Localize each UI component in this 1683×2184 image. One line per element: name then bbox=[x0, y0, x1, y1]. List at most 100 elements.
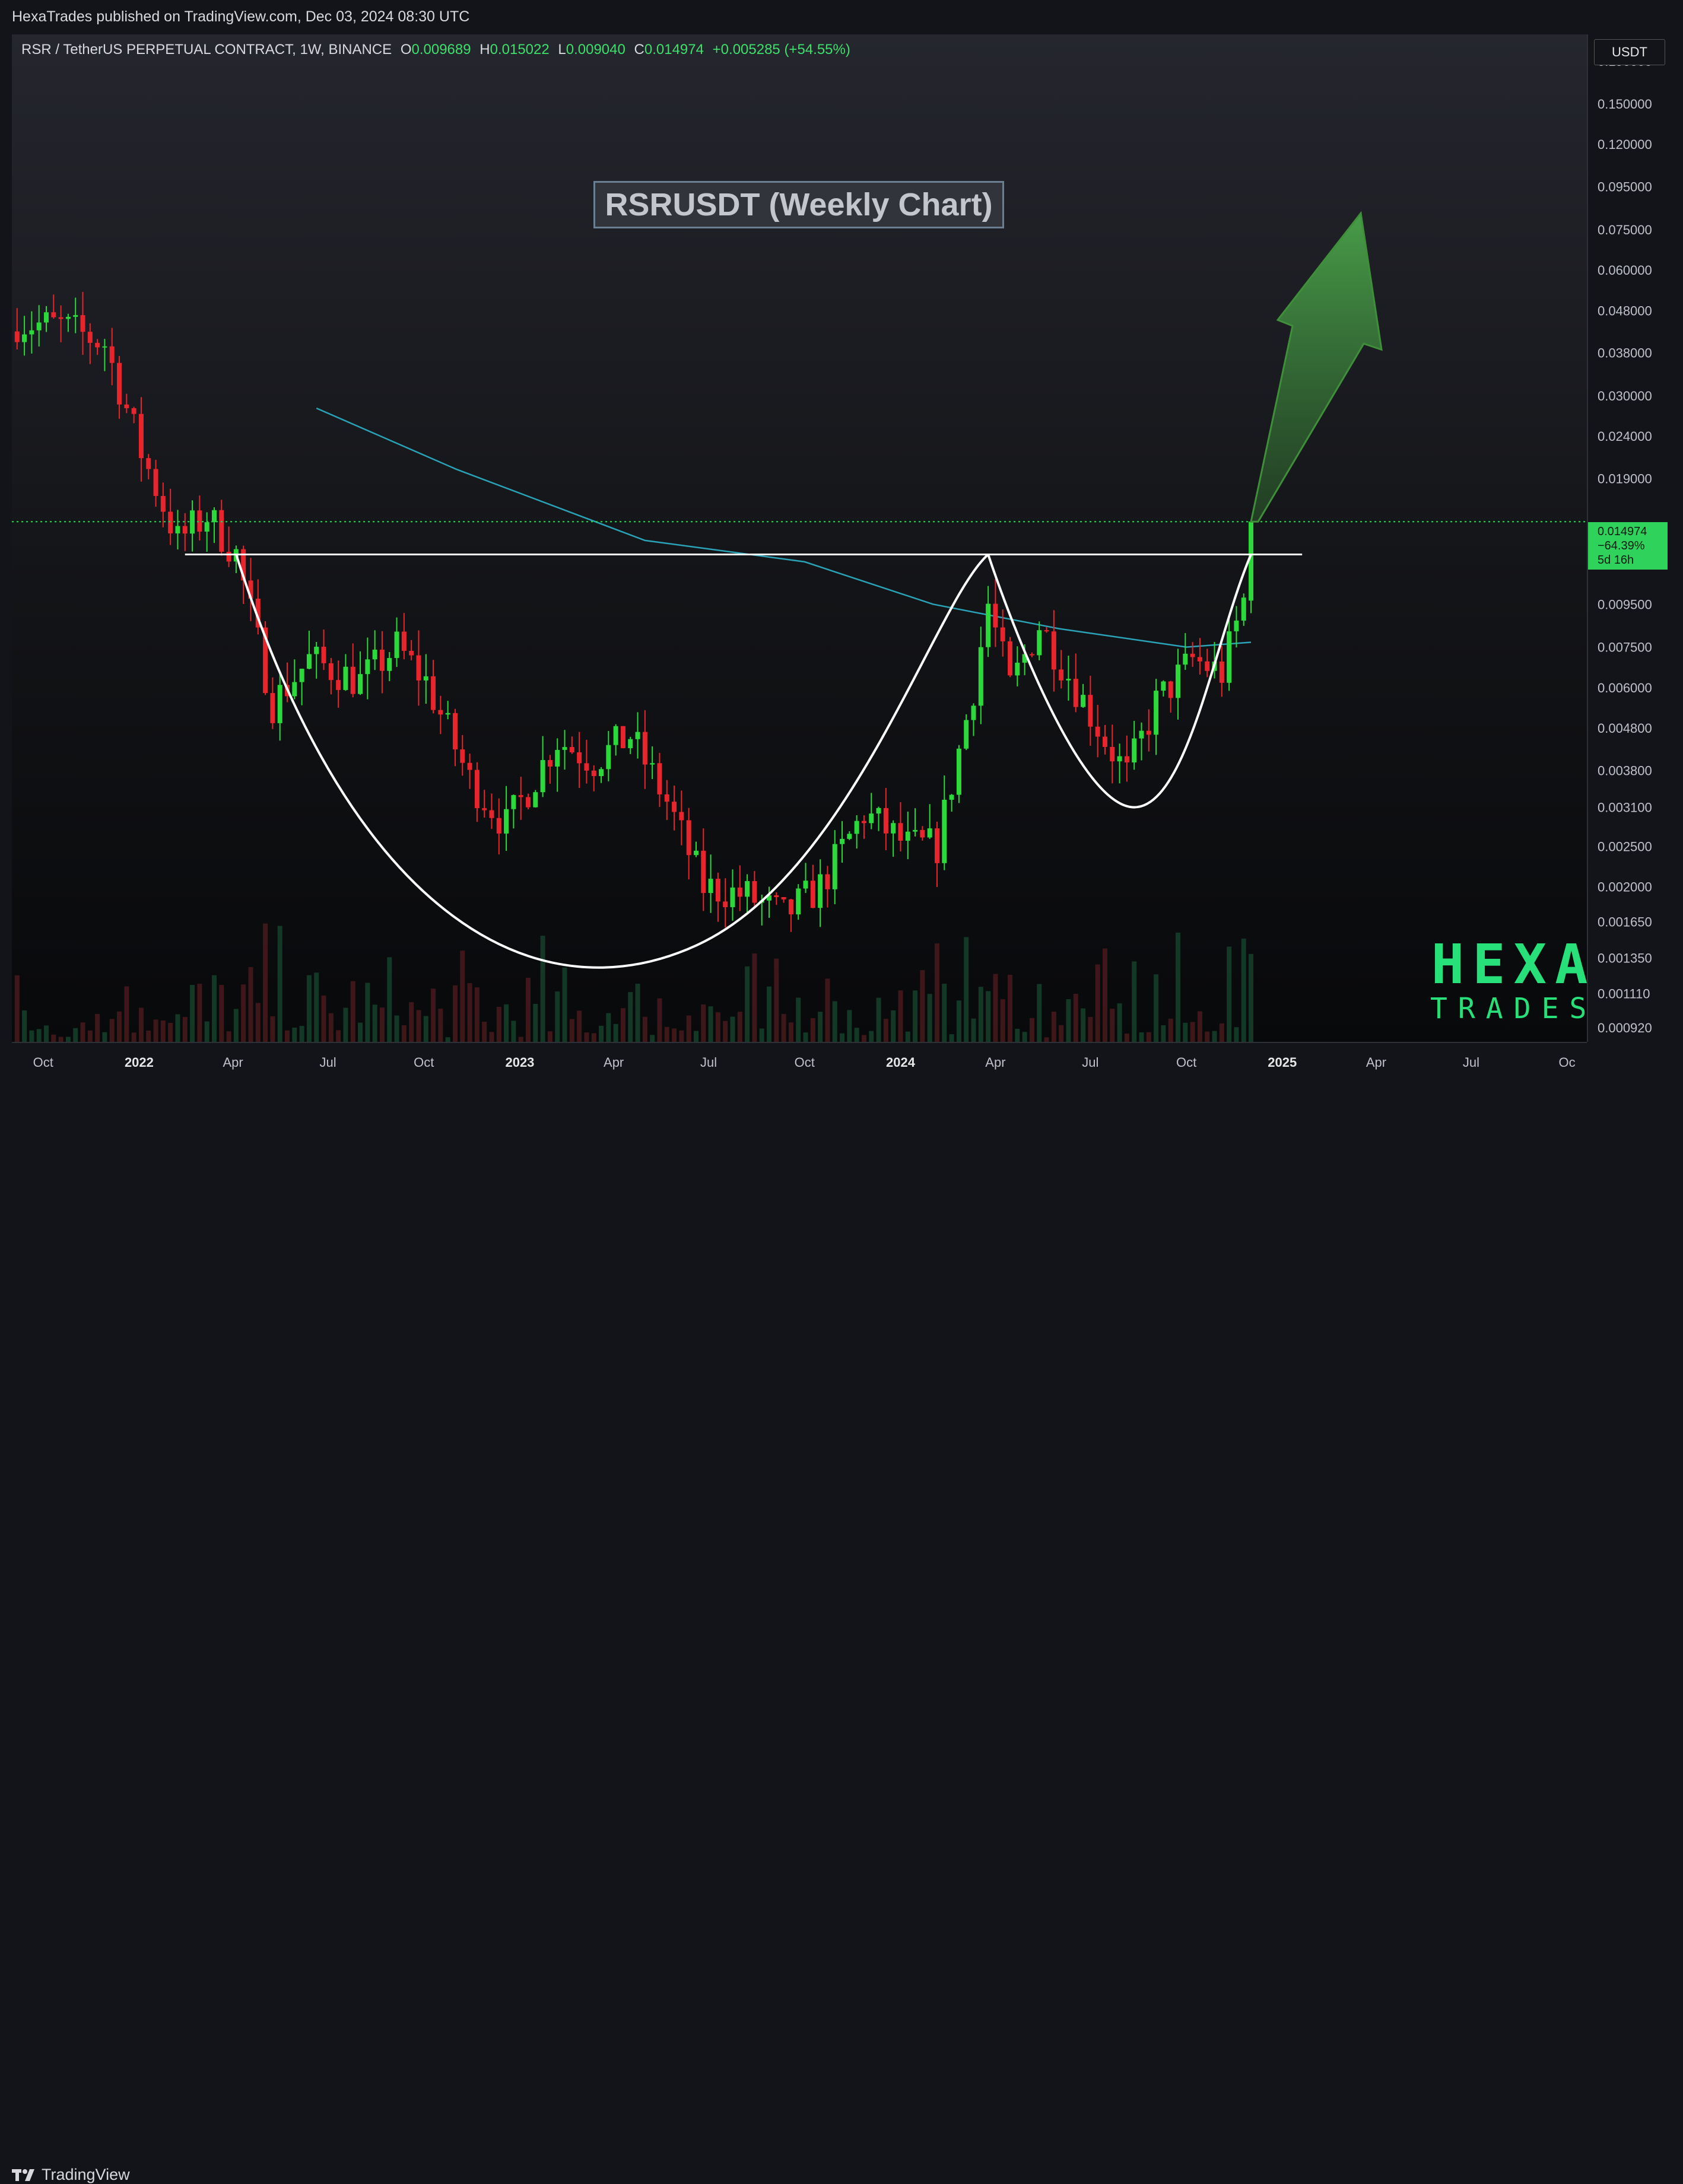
candle-body bbox=[124, 404, 129, 409]
candle-body bbox=[832, 844, 837, 889]
candle-body bbox=[102, 346, 107, 348]
candle-body bbox=[1095, 726, 1100, 737]
volume-bar bbox=[190, 985, 195, 1042]
volume-bar bbox=[869, 1031, 874, 1042]
volume-bar bbox=[810, 1018, 815, 1042]
low-label: L bbox=[558, 42, 566, 58]
candle-body bbox=[825, 874, 830, 889]
volume-bar bbox=[124, 986, 129, 1042]
candle-body bbox=[504, 809, 509, 834]
candle-body bbox=[1139, 730, 1144, 739]
candle-body bbox=[913, 829, 918, 832]
candle-body bbox=[606, 745, 611, 770]
time-tick-label: Apr bbox=[223, 1055, 243, 1070]
volume-bar bbox=[1102, 948, 1107, 1042]
price-tick-label: 0.075000 bbox=[1598, 222, 1652, 237]
tradingview-logo[interactable]: TradingView bbox=[12, 2166, 130, 2184]
volume-bar bbox=[1008, 975, 1013, 1042]
candle-body bbox=[547, 760, 552, 767]
candle-body bbox=[431, 676, 436, 710]
candle-body bbox=[175, 526, 180, 534]
candle-body bbox=[467, 762, 472, 770]
volume-bar bbox=[168, 1023, 173, 1042]
volume-bar bbox=[737, 1012, 742, 1042]
candle-body bbox=[745, 881, 750, 897]
symbol-label[interactable]: RSR / TetherUS PERPETUAL CONTRACT, 1W, B… bbox=[21, 42, 392, 58]
volume-bar bbox=[1000, 999, 1005, 1042]
candle-body bbox=[496, 818, 501, 834]
volume-bar bbox=[1212, 1031, 1217, 1042]
volume-bar bbox=[452, 985, 458, 1042]
volume-bar bbox=[328, 1013, 334, 1042]
volume-bars bbox=[14, 923, 1254, 1042]
time-axis[interactable]: Oct 2022 Apr Jul Oct 2023 Apr Jul Oct 2024 Apr Jul O… bbox=[12, 1042, 1587, 1079]
volume-bar bbox=[584, 1032, 589, 1042]
candle-body bbox=[489, 810, 494, 818]
candle-body bbox=[774, 895, 779, 897]
volume-bar bbox=[832, 1001, 837, 1042]
candle-body bbox=[299, 669, 304, 682]
time-tick-label: Apr bbox=[985, 1055, 1005, 1070]
volume-bar bbox=[1022, 1032, 1027, 1042]
volume-bar bbox=[635, 983, 640, 1042]
candle-body bbox=[620, 726, 625, 748]
price-tick-label: 0.001350 bbox=[1598, 951, 1652, 966]
volume-bar bbox=[788, 1022, 793, 1042]
volume-bar bbox=[73, 1028, 78, 1042]
volume-bar bbox=[825, 978, 830, 1042]
candle-body bbox=[438, 710, 443, 715]
candle-body bbox=[927, 828, 932, 838]
open-value: 0.009689 bbox=[411, 42, 471, 58]
time-tick-label: 2025 bbox=[1268, 1055, 1297, 1070]
bar-countdown: 5d 16h bbox=[1598, 554, 1634, 567]
candle-body bbox=[518, 795, 523, 797]
volume-bar bbox=[14, 975, 20, 1042]
time-tick-label: Jul bbox=[319, 1055, 336, 1070]
candle-body bbox=[36, 322, 42, 330]
volume-bar bbox=[1117, 1003, 1122, 1042]
last-price-percent: −64.39% bbox=[1598, 539, 1645, 552]
candle-body bbox=[277, 685, 282, 723]
candles bbox=[14, 292, 1254, 932]
volume-bar bbox=[664, 1026, 669, 1042]
volume-bar bbox=[160, 1020, 166, 1042]
candle-body bbox=[723, 901, 728, 907]
volume-bar bbox=[255, 1003, 261, 1042]
price-tick-label: 0.038000 bbox=[1598, 346, 1652, 361]
volume-bar bbox=[102, 1032, 107, 1042]
candle-body bbox=[394, 631, 399, 659]
candle-body bbox=[701, 850, 706, 894]
volume-bar bbox=[883, 1019, 888, 1042]
volume-bar bbox=[920, 970, 925, 1042]
candle-body bbox=[949, 794, 954, 800]
candle-body bbox=[336, 680, 341, 690]
candle-body bbox=[540, 760, 545, 793]
candle-body bbox=[555, 749, 560, 767]
time-tick-label: Jul bbox=[700, 1055, 717, 1070]
volume-bar bbox=[752, 953, 757, 1042]
price-tick-label: 0.006000 bbox=[1598, 681, 1652, 695]
candle-body bbox=[1205, 661, 1210, 671]
volume-bar bbox=[650, 1035, 655, 1042]
volume-bar bbox=[898, 990, 903, 1042]
volume-bar bbox=[423, 1016, 428, 1042]
candle-body bbox=[847, 834, 852, 839]
volume-bar bbox=[1044, 1037, 1049, 1042]
candle-body bbox=[577, 752, 582, 764]
currency-selector[interactable]: USDT bbox=[1594, 39, 1665, 65]
candle-body bbox=[818, 874, 823, 908]
volume-bar bbox=[36, 1029, 42, 1042]
candle-body bbox=[1073, 679, 1078, 707]
candle-body bbox=[1008, 641, 1013, 676]
volume-bar bbox=[1234, 1027, 1239, 1042]
volume-bar bbox=[840, 1033, 845, 1042]
candle-body bbox=[1000, 627, 1005, 641]
volume-bar bbox=[496, 1006, 501, 1042]
volume-bar bbox=[445, 1037, 450, 1042]
volume-bar bbox=[708, 1006, 713, 1042]
candle-body bbox=[883, 808, 888, 834]
volume-bar bbox=[672, 1028, 677, 1042]
price-tick-label: 0.001110 bbox=[1598, 986, 1650, 1001]
volume-bar bbox=[1205, 1031, 1210, 1042]
candle-body bbox=[416, 655, 421, 681]
